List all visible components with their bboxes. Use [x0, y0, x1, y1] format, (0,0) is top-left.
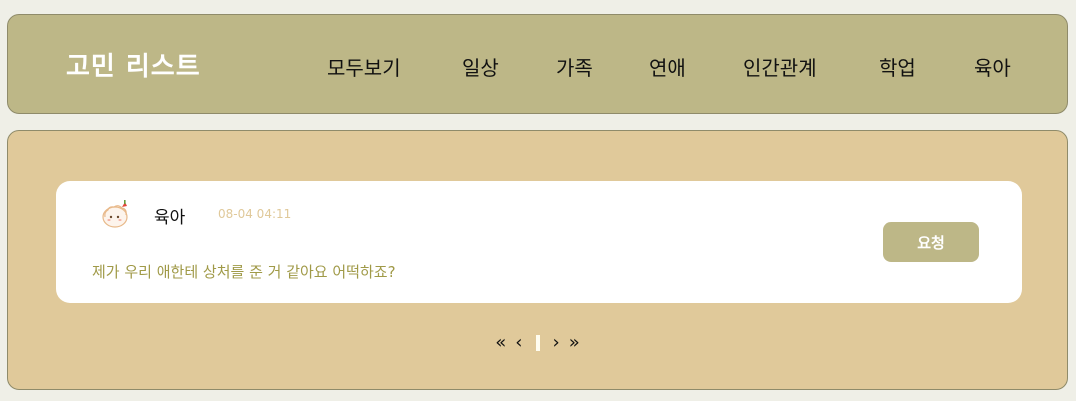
site-logo[interactable]: 고민 리스트 [66, 46, 201, 83]
cute-character-avatar-icon [102, 200, 128, 228]
nav-relationships[interactable]: 인간관계 [743, 52, 817, 81]
nav-family[interactable]: 가족 [556, 52, 593, 81]
current-page-indicator[interactable]: 1 [535, 335, 540, 351]
post-card[interactable]: 육아 08-04 04:11 제가 우리 애한테 상처를 준 거 같아요 어떡하… [56, 181, 1022, 303]
post-timestamp: 08-04 04:11 [218, 207, 292, 221]
nav-study[interactable]: 학업 [879, 52, 916, 81]
post-list-panel: 육아 08-04 04:11 제가 우리 애한테 상처를 준 거 같아요 어떡하… [7, 130, 1068, 390]
nav-dating[interactable]: 연애 [649, 52, 686, 81]
prev-page-button[interactable]: ‹ [515, 331, 522, 355]
nav-parenting[interactable]: 육아 [974, 52, 1011, 81]
top-navbar: 고민 리스트 모두보기 일상 가족 연애 인간관계 학업 육아 [7, 14, 1068, 114]
nav-daily[interactable]: 일상 [462, 52, 499, 81]
nav-all[interactable]: 모두보기 [327, 52, 401, 81]
post-content[interactable]: 제가 우리 애한테 상처를 준 거 같아요 어떡하죠? [92, 261, 396, 282]
request-button[interactable]: 요청 [883, 222, 979, 262]
first-page-button[interactable]: « [495, 331, 506, 355]
next-page-button[interactable]: › [553, 331, 560, 355]
last-page-button[interactable]: » [569, 331, 580, 355]
post-category-label: 육아 [154, 208, 186, 228]
pagination: « ‹ 1 › » [8, 331, 1067, 355]
